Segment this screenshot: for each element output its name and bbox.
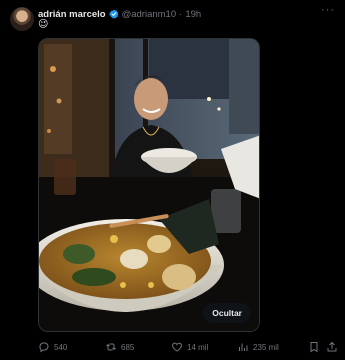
photo-ramen-scene <box>39 39 259 331</box>
repost-button[interactable]: 685 <box>105 341 134 353</box>
hide-media-button[interactable]: Ocultar <box>203 303 251 323</box>
repost-count: 685 <box>121 342 135 352</box>
share-button[interactable] <box>326 341 342 353</box>
like-button[interactable]: 14 mil <box>171 341 208 353</box>
author-name[interactable]: adrián marcelo <box>38 9 106 20</box>
verified-badge-icon <box>108 9 119 19</box>
post-text: 😉 <box>38 19 49 30</box>
repost-icon <box>106 343 116 351</box>
share-icon <box>327 341 337 352</box>
post-header: adrián marcelo @adrianm10 · 19h <box>38 7 201 21</box>
separator-dot: · <box>179 8 183 20</box>
heart-icon <box>172 342 182 352</box>
avatar[interactable] <box>10 7 34 31</box>
views-icon <box>239 343 248 351</box>
post-time[interactable]: 19h <box>185 9 201 20</box>
bookmark-icon <box>310 342 318 353</box>
action-bar: 540 685 14 mil 235 mil <box>38 339 338 355</box>
bookmark-button[interactable] <box>308 341 324 353</box>
like-count: 14 mil <box>187 342 209 352</box>
post-photo[interactable]: Ocultar <box>38 38 260 332</box>
more-options-icon[interactable]: ··· <box>321 5 335 16</box>
views-button[interactable]: 235 mil <box>237 341 279 353</box>
reply-icon <box>39 342 49 353</box>
author-handle[interactable]: @adrianm10 <box>122 9 177 20</box>
views-count: 235 mil <box>253 342 279 352</box>
reply-button[interactable]: 540 <box>38 341 67 353</box>
reply-count: 540 <box>54 342 68 352</box>
